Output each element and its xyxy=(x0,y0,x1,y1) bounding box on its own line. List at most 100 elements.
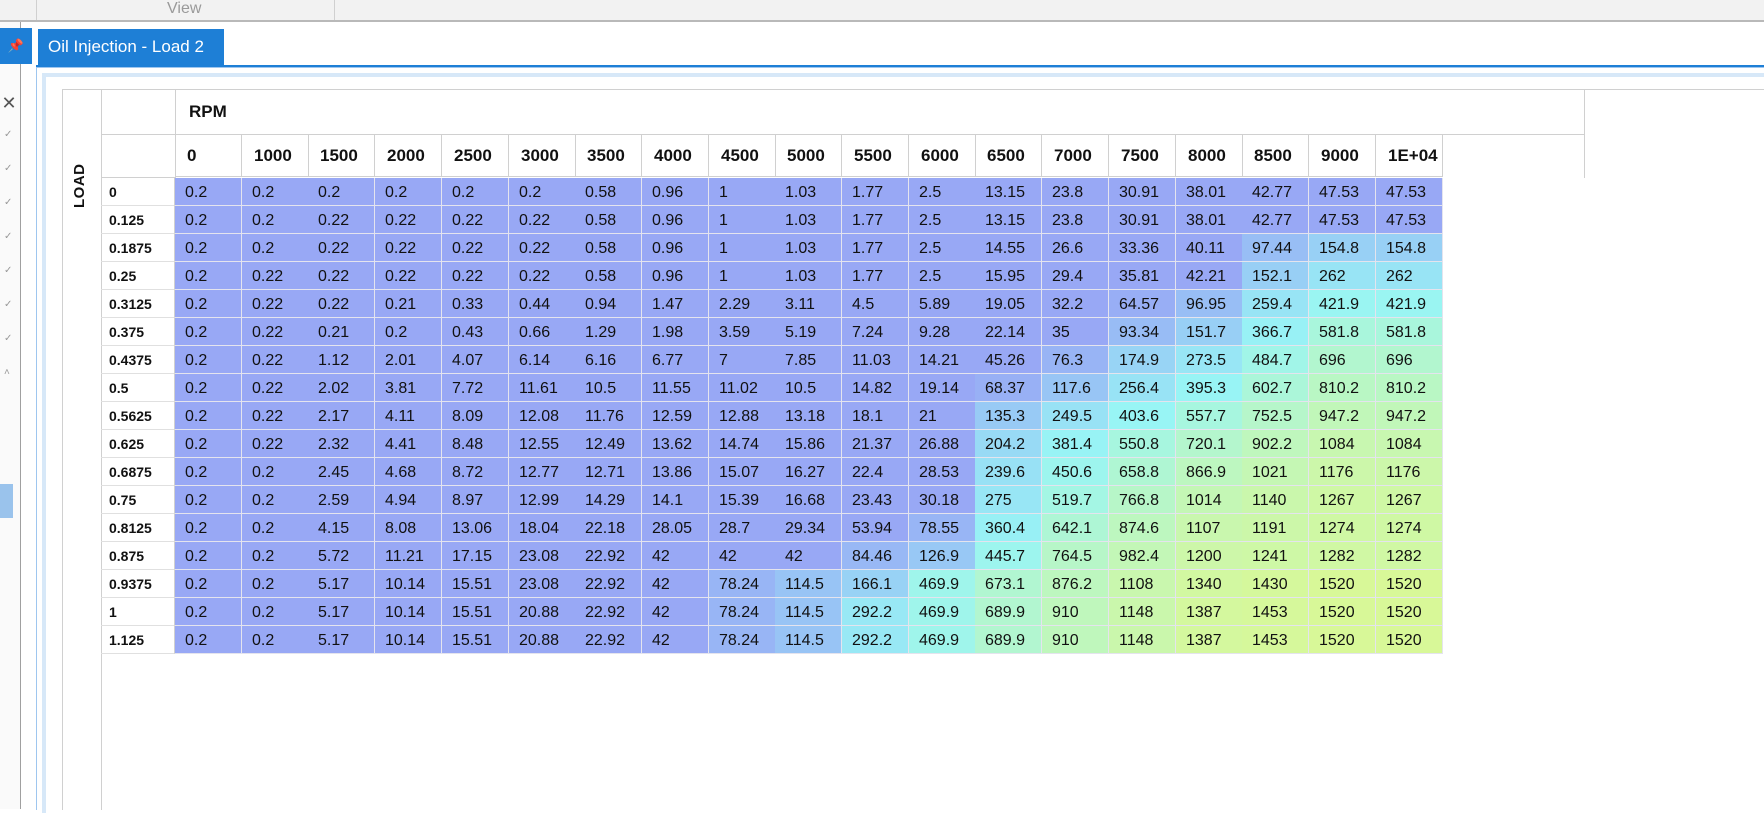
table-cell[interactable]: 14.1 xyxy=(642,486,709,514)
table-cell[interactable]: 15.95 xyxy=(975,262,1042,290)
table-cell[interactable]: 0.58 xyxy=(575,178,642,206)
table-cell[interactable]: 1.77 xyxy=(842,262,909,290)
table-cell[interactable]: 42 xyxy=(642,570,709,598)
table-cell[interactable]: 0.22 xyxy=(242,430,309,458)
table-cell[interactable]: 23.43 xyxy=(842,486,909,514)
table-cell[interactable]: 13.86 xyxy=(642,458,709,486)
table-cell[interactable]: 64.57 xyxy=(1109,290,1176,318)
table-cell[interactable]: 78.55 xyxy=(909,514,976,542)
table-cell[interactable]: 259.4 xyxy=(1242,290,1309,318)
table-cell[interactable]: 1.47 xyxy=(642,290,709,318)
table-cell[interactable]: 1107 xyxy=(1176,514,1243,542)
table-cell[interactable]: 0.22 xyxy=(308,234,375,262)
table-cell[interactable]: 12.08 xyxy=(509,402,576,430)
table-cell[interactable]: 22.92 xyxy=(575,626,642,654)
table-cell[interactable]: 14.74 xyxy=(709,430,776,458)
table-cell[interactable]: 1453 xyxy=(1242,626,1309,654)
table-cell[interactable]: 22.92 xyxy=(575,598,642,626)
table-cell[interactable]: 23.8 xyxy=(1042,178,1109,206)
column-header-0[interactable]: 0 xyxy=(175,134,242,177)
table-cell[interactable]: 26.6 xyxy=(1042,234,1109,262)
table-cell[interactable]: 0.22 xyxy=(308,290,375,318)
table-cell[interactable]: 273.5 xyxy=(1176,346,1243,374)
table-cell[interactable]: 19.05 xyxy=(975,290,1042,318)
table-cell[interactable]: 13.06 xyxy=(442,514,509,542)
table-cell[interactable]: 866.9 xyxy=(1176,458,1243,486)
table-cell[interactable]: 126.9 xyxy=(909,542,976,570)
table-cell[interactable]: 557.7 xyxy=(1176,402,1243,430)
column-header-1500[interactable]: 1500 xyxy=(308,134,375,177)
table-cell[interactable]: 0.2 xyxy=(175,178,242,206)
table-cell[interactable]: 1.12 xyxy=(308,346,375,374)
table-cell[interactable]: 166.1 xyxy=(842,570,909,598)
table-cell[interactable]: 0.96 xyxy=(642,262,709,290)
table-cell[interactable]: 810.2 xyxy=(1376,374,1443,402)
table-cell[interactable]: 22.18 xyxy=(575,514,642,542)
table-cell[interactable]: 249.5 xyxy=(1042,402,1109,430)
row-header[interactable]: 0.1875 xyxy=(101,234,175,262)
table-cell[interactable]: 30.91 xyxy=(1109,206,1176,234)
table-cell[interactable]: 5.72 xyxy=(308,542,375,570)
column-header-5000[interactable]: 5000 xyxy=(775,134,842,177)
table-cell[interactable]: 152.1 xyxy=(1242,262,1309,290)
table-cell[interactable]: 469.9 xyxy=(909,626,976,654)
table-cell[interactable]: 10.14 xyxy=(375,570,442,598)
table-cell[interactable]: 256.4 xyxy=(1109,374,1176,402)
table-cell[interactable]: 1340 xyxy=(1176,570,1243,598)
table-cell[interactable]: 114.5 xyxy=(775,598,842,626)
row-header[interactable]: 0.5 xyxy=(101,374,175,402)
row-header[interactable]: 0.8125 xyxy=(101,514,175,542)
table-cell[interactable]: 1267 xyxy=(1376,486,1443,514)
table-cell[interactable]: 0.22 xyxy=(442,206,509,234)
table-cell[interactable]: 0.22 xyxy=(242,290,309,318)
table-cell[interactable]: 11.03 xyxy=(842,346,909,374)
table-cell[interactable]: 2.17 xyxy=(308,402,375,430)
row-header[interactable]: 0.6875 xyxy=(101,458,175,486)
table-cell[interactable]: 0.2 xyxy=(175,234,242,262)
table-cell[interactable]: 5.17 xyxy=(308,570,375,598)
table-cell[interactable]: 15.51 xyxy=(442,626,509,654)
table-cell[interactable]: 21.37 xyxy=(842,430,909,458)
table-cell[interactable]: 1.77 xyxy=(842,234,909,262)
table-cell[interactable]: 47.53 xyxy=(1376,178,1443,206)
table-cell[interactable]: 76.3 xyxy=(1042,346,1109,374)
table-cell[interactable]: 30.91 xyxy=(1109,178,1176,206)
row-header[interactable]: 0 xyxy=(101,178,175,206)
table-cell[interactable]: 13.62 xyxy=(642,430,709,458)
table-cell[interactable]: 33.36 xyxy=(1109,234,1176,262)
table-cell[interactable]: 1148 xyxy=(1109,598,1176,626)
table-cell[interactable]: 696 xyxy=(1376,346,1443,374)
table-cell[interactable]: 1453 xyxy=(1242,598,1309,626)
table-cell[interactable]: 11.21 xyxy=(375,542,442,570)
table-cell[interactable]: 469.9 xyxy=(909,598,976,626)
table-cell[interactable]: 239.6 xyxy=(975,458,1042,486)
row-header[interactable]: 0.3125 xyxy=(101,290,175,318)
table-cell[interactable]: 1.77 xyxy=(842,206,909,234)
table-cell[interactable]: 23.8 xyxy=(1042,206,1109,234)
table-cell[interactable]: 12.71 xyxy=(575,458,642,486)
table-cell[interactable]: 2.02 xyxy=(308,374,375,402)
table-cell[interactable]: 0.2 xyxy=(175,262,242,290)
tab-oil-injection-load-2[interactable]: Oil Injection - Load 2 xyxy=(38,29,224,65)
table-cell[interactable]: 0.43 xyxy=(442,318,509,346)
table-cell[interactable]: 2.45 xyxy=(308,458,375,486)
table-cell[interactable]: 360.4 xyxy=(975,514,1042,542)
table-cell[interactable]: 20.88 xyxy=(509,598,576,626)
table-cell[interactable]: 2.01 xyxy=(375,346,442,374)
column-header-7000[interactable]: 7000 xyxy=(1042,134,1109,177)
table-cell[interactable]: 752.5 xyxy=(1242,402,1309,430)
table-cell[interactable]: 0.96 xyxy=(642,234,709,262)
table-cell[interactable]: 0.2 xyxy=(242,486,309,514)
column-header-7500[interactable]: 7500 xyxy=(1109,134,1176,177)
table-cell[interactable]: 874.6 xyxy=(1109,514,1176,542)
table-cell[interactable]: 484.7 xyxy=(1242,346,1309,374)
table-cell[interactable]: 0.21 xyxy=(308,318,375,346)
table-cell[interactable]: 151.7 xyxy=(1176,318,1243,346)
table-cell[interactable]: 11.76 xyxy=(575,402,642,430)
table-cell[interactable]: 1.29 xyxy=(575,318,642,346)
table-cell[interactable]: 18.1 xyxy=(842,402,909,430)
table-cell[interactable]: 0.2 xyxy=(175,402,242,430)
row-header[interactable]: 0.125 xyxy=(101,206,175,234)
table-cell[interactable]: 47.53 xyxy=(1376,206,1443,234)
table-cell[interactable]: 28.05 xyxy=(642,514,709,542)
